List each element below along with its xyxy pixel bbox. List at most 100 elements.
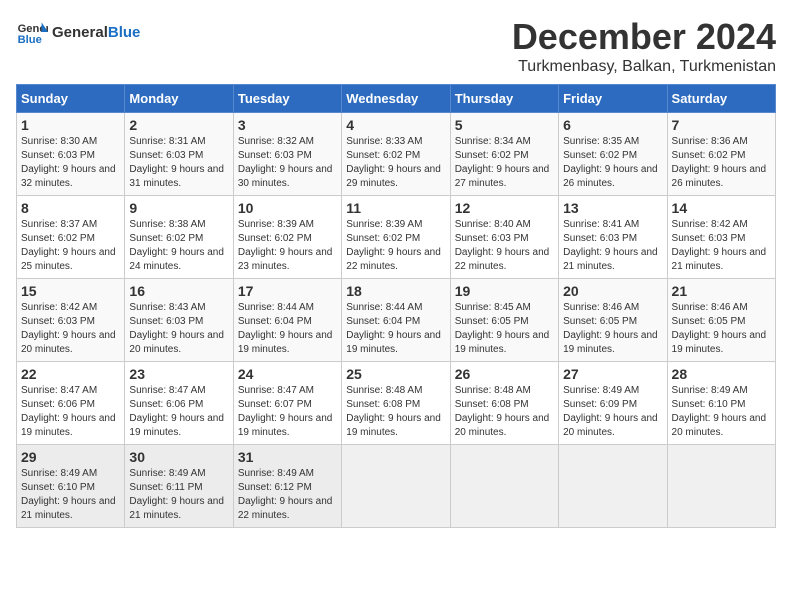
day-info: Sunrise: 8:46 AMSunset: 6:05 PMDaylight:… bbox=[563, 301, 662, 357]
calendar-cell bbox=[559, 445, 667, 528]
day-info: Sunrise: 8:49 AMSunset: 6:09 PMDaylight:… bbox=[563, 384, 662, 440]
day-info: Sunrise: 8:36 AMSunset: 6:02 PMDaylight:… bbox=[672, 135, 771, 191]
day-number: 20 bbox=[563, 283, 662, 299]
calendar-week: 1 Sunrise: 8:30 AMSunset: 6:03 PMDaylight… bbox=[17, 113, 776, 196]
day-number: 21 bbox=[672, 283, 771, 299]
day-info: Sunrise: 8:33 AMSunset: 6:02 PMDaylight:… bbox=[346, 135, 445, 191]
calendar-cell: 2 Sunrise: 8:31 AMSunset: 6:03 PMDaylight… bbox=[125, 113, 233, 196]
day-info: Sunrise: 8:49 AMSunset: 6:10 PMDaylight:… bbox=[21, 467, 120, 523]
day-number: 7 bbox=[672, 117, 771, 133]
svg-text:Blue: Blue bbox=[18, 34, 42, 46]
weekday-header: Sunday bbox=[17, 85, 125, 113]
day-number: 12 bbox=[455, 200, 554, 216]
logo-icon: General Blue bbox=[16, 16, 48, 48]
calendar-cell: 18 Sunrise: 8:44 AMSunset: 6:04 PMDayligh… bbox=[342, 279, 450, 362]
day-number: 30 bbox=[129, 449, 228, 465]
day-info: Sunrise: 8:35 AMSunset: 6:02 PMDaylight:… bbox=[563, 135, 662, 191]
weekday-header: Saturday bbox=[667, 85, 775, 113]
day-info: Sunrise: 8:31 AMSunset: 6:03 PMDaylight:… bbox=[129, 135, 228, 191]
day-info: Sunrise: 8:44 AMSunset: 6:04 PMDaylight:… bbox=[346, 301, 445, 357]
day-info: Sunrise: 8:30 AMSunset: 6:03 PMDaylight:… bbox=[21, 135, 120, 191]
calendar-cell: 16Sunrise: 8:43 AMSunset: 6:03 PMDayligh… bbox=[125, 279, 233, 362]
day-number: 18 bbox=[346, 283, 445, 299]
calendar-cell: 7 Sunrise: 8:36 AMSunset: 6:02 PMDaylight… bbox=[667, 113, 775, 196]
calendar-cell: 4 Sunrise: 8:33 AMSunset: 6:02 PMDaylight… bbox=[342, 113, 450, 196]
calendar-cell: 20 Sunrise: 8:46 AMSunset: 6:05 PMDayligh… bbox=[559, 279, 667, 362]
calendar-cell: 23 Sunrise: 8:47 AMSunset: 6:06 PMDayligh… bbox=[125, 362, 233, 445]
day-number: 6 bbox=[563, 117, 662, 133]
calendar-cell: 13Sunrise: 8:41 AMSunset: 6:03 PMDayligh… bbox=[559, 196, 667, 279]
calendar-cell: 12 Sunrise: 8:40 AMSunset: 6:03 PMDayligh… bbox=[450, 196, 558, 279]
day-info: Sunrise: 8:39 AMSunset: 6:02 PMDaylight:… bbox=[238, 218, 337, 274]
logo: General Blue GeneralBlue bbox=[16, 16, 140, 48]
day-number: 27 bbox=[563, 366, 662, 382]
day-info: Sunrise: 8:34 AMSunset: 6:02 PMDaylight:… bbox=[455, 135, 554, 191]
weekday-header: Monday bbox=[125, 85, 233, 113]
day-info: Sunrise: 8:32 AMSunset: 6:03 PMDaylight:… bbox=[238, 135, 337, 191]
header: General Blue GeneralBlue December 2024 T… bbox=[16, 16, 776, 76]
month-title: December 2024 bbox=[512, 16, 776, 58]
logo-text: GeneralBlue bbox=[52, 24, 140, 41]
day-info: Sunrise: 8:47 AMSunset: 6:06 PMDaylight:… bbox=[129, 384, 228, 440]
calendar-week: 8Sunrise: 8:37 AMSunset: 6:02 PMDaylight… bbox=[17, 196, 776, 279]
day-number: 26 bbox=[455, 366, 554, 382]
weekday-header: Friday bbox=[559, 85, 667, 113]
calendar-cell: 1 Sunrise: 8:30 AMSunset: 6:03 PMDaylight… bbox=[17, 113, 125, 196]
calendar-cell: 31Sunrise: 8:49 AMSunset: 6:12 PMDayligh… bbox=[233, 445, 341, 528]
calendar-cell bbox=[450, 445, 558, 528]
day-number: 15 bbox=[21, 283, 120, 299]
day-number: 14 bbox=[672, 200, 771, 216]
day-number: 4 bbox=[346, 117, 445, 133]
calendar-cell: 24Sunrise: 8:47 AMSunset: 6:07 PMDayligh… bbox=[233, 362, 341, 445]
calendar-cell: 8Sunrise: 8:37 AMSunset: 6:02 PMDaylight… bbox=[17, 196, 125, 279]
calendar-header: SundayMondayTuesdayWednesdayThursdayFrid… bbox=[17, 85, 776, 113]
calendar-cell: 5Sunrise: 8:34 AMSunset: 6:02 PMDaylight… bbox=[450, 113, 558, 196]
calendar-week: 15Sunrise: 8:42 AMSunset: 6:03 PMDayligh… bbox=[17, 279, 776, 362]
calendar-cell: 21Sunrise: 8:46 AMSunset: 6:05 PMDayligh… bbox=[667, 279, 775, 362]
day-number: 22 bbox=[21, 366, 120, 382]
calendar-cell: 10 Sunrise: 8:39 AMSunset: 6:02 PMDayligh… bbox=[233, 196, 341, 279]
day-info: Sunrise: 8:43 AMSunset: 6:03 PMDaylight:… bbox=[129, 301, 228, 357]
weekday-header: Thursday bbox=[450, 85, 558, 113]
day-number: 9 bbox=[129, 200, 228, 216]
day-number: 8 bbox=[21, 200, 120, 216]
calendar-cell: 25Sunrise: 8:48 AMSunset: 6:08 PMDayligh… bbox=[342, 362, 450, 445]
day-info: Sunrise: 8:49 AMSunset: 6:12 PMDaylight:… bbox=[238, 467, 337, 523]
calendar-cell: 26 Sunrise: 8:48 AMSunset: 6:08 PMDayligh… bbox=[450, 362, 558, 445]
day-info: Sunrise: 8:49 AMSunset: 6:10 PMDaylight:… bbox=[672, 384, 771, 440]
calendar-cell: 9Sunrise: 8:38 AMSunset: 6:02 PMDaylight… bbox=[125, 196, 233, 279]
calendar-cell: 15Sunrise: 8:42 AMSunset: 6:03 PMDayligh… bbox=[17, 279, 125, 362]
calendar-cell: 14Sunrise: 8:42 AMSunset: 6:03 PMDayligh… bbox=[667, 196, 775, 279]
day-number: 25 bbox=[346, 366, 445, 382]
calendar-cell: 30 Sunrise: 8:49 AMSunset: 6:11 PMDayligh… bbox=[125, 445, 233, 528]
day-info: Sunrise: 8:40 AMSunset: 6:03 PMDaylight:… bbox=[455, 218, 554, 274]
calendar-body: 1 Sunrise: 8:30 AMSunset: 6:03 PMDaylight… bbox=[17, 113, 776, 528]
calendar-week: 22 Sunrise: 8:47 AMSunset: 6:06 PMDayligh… bbox=[17, 362, 776, 445]
calendar-cell: 19 Sunrise: 8:45 AMSunset: 6:05 PMDayligh… bbox=[450, 279, 558, 362]
day-number: 13 bbox=[563, 200, 662, 216]
day-number: 29 bbox=[21, 449, 120, 465]
calendar-cell: 29 Sunrise: 8:49 AMSunset: 6:10 PMDayligh… bbox=[17, 445, 125, 528]
location-title: Turkmenbasy, Balkan, Turkmenistan bbox=[512, 58, 776, 76]
day-number: 19 bbox=[455, 283, 554, 299]
day-info: Sunrise: 8:47 AMSunset: 6:07 PMDaylight:… bbox=[238, 384, 337, 440]
calendar-cell: 28 Sunrise: 8:49 AMSunset: 6:10 PMDayligh… bbox=[667, 362, 775, 445]
calendar-week: 29 Sunrise: 8:49 AMSunset: 6:10 PMDayligh… bbox=[17, 445, 776, 528]
calendar-cell: 22 Sunrise: 8:47 AMSunset: 6:06 PMDayligh… bbox=[17, 362, 125, 445]
calendar-cell: 3Sunrise: 8:32 AMSunset: 6:03 PMDaylight… bbox=[233, 113, 341, 196]
day-number: 1 bbox=[21, 117, 120, 133]
calendar-cell: 11Sunrise: 8:39 AMSunset: 6:02 PMDayligh… bbox=[342, 196, 450, 279]
day-number: 10 bbox=[238, 200, 337, 216]
day-info: Sunrise: 8:49 AMSunset: 6:11 PMDaylight:… bbox=[129, 467, 228, 523]
day-info: Sunrise: 8:44 AMSunset: 6:04 PMDaylight:… bbox=[238, 301, 337, 357]
day-info: Sunrise: 8:48 AMSunset: 6:08 PMDaylight:… bbox=[455, 384, 554, 440]
day-number: 11 bbox=[346, 200, 445, 216]
day-number: 23 bbox=[129, 366, 228, 382]
day-info: Sunrise: 8:47 AMSunset: 6:06 PMDaylight:… bbox=[21, 384, 120, 440]
day-number: 28 bbox=[672, 366, 771, 382]
day-number: 2 bbox=[129, 117, 228, 133]
calendar-cell: 6 Sunrise: 8:35 AMSunset: 6:02 PMDaylight… bbox=[559, 113, 667, 196]
calendar-cell bbox=[342, 445, 450, 528]
day-info: Sunrise: 8:45 AMSunset: 6:05 PMDaylight:… bbox=[455, 301, 554, 357]
calendar-cell: 17Sunrise: 8:44 AMSunset: 6:04 PMDayligh… bbox=[233, 279, 341, 362]
